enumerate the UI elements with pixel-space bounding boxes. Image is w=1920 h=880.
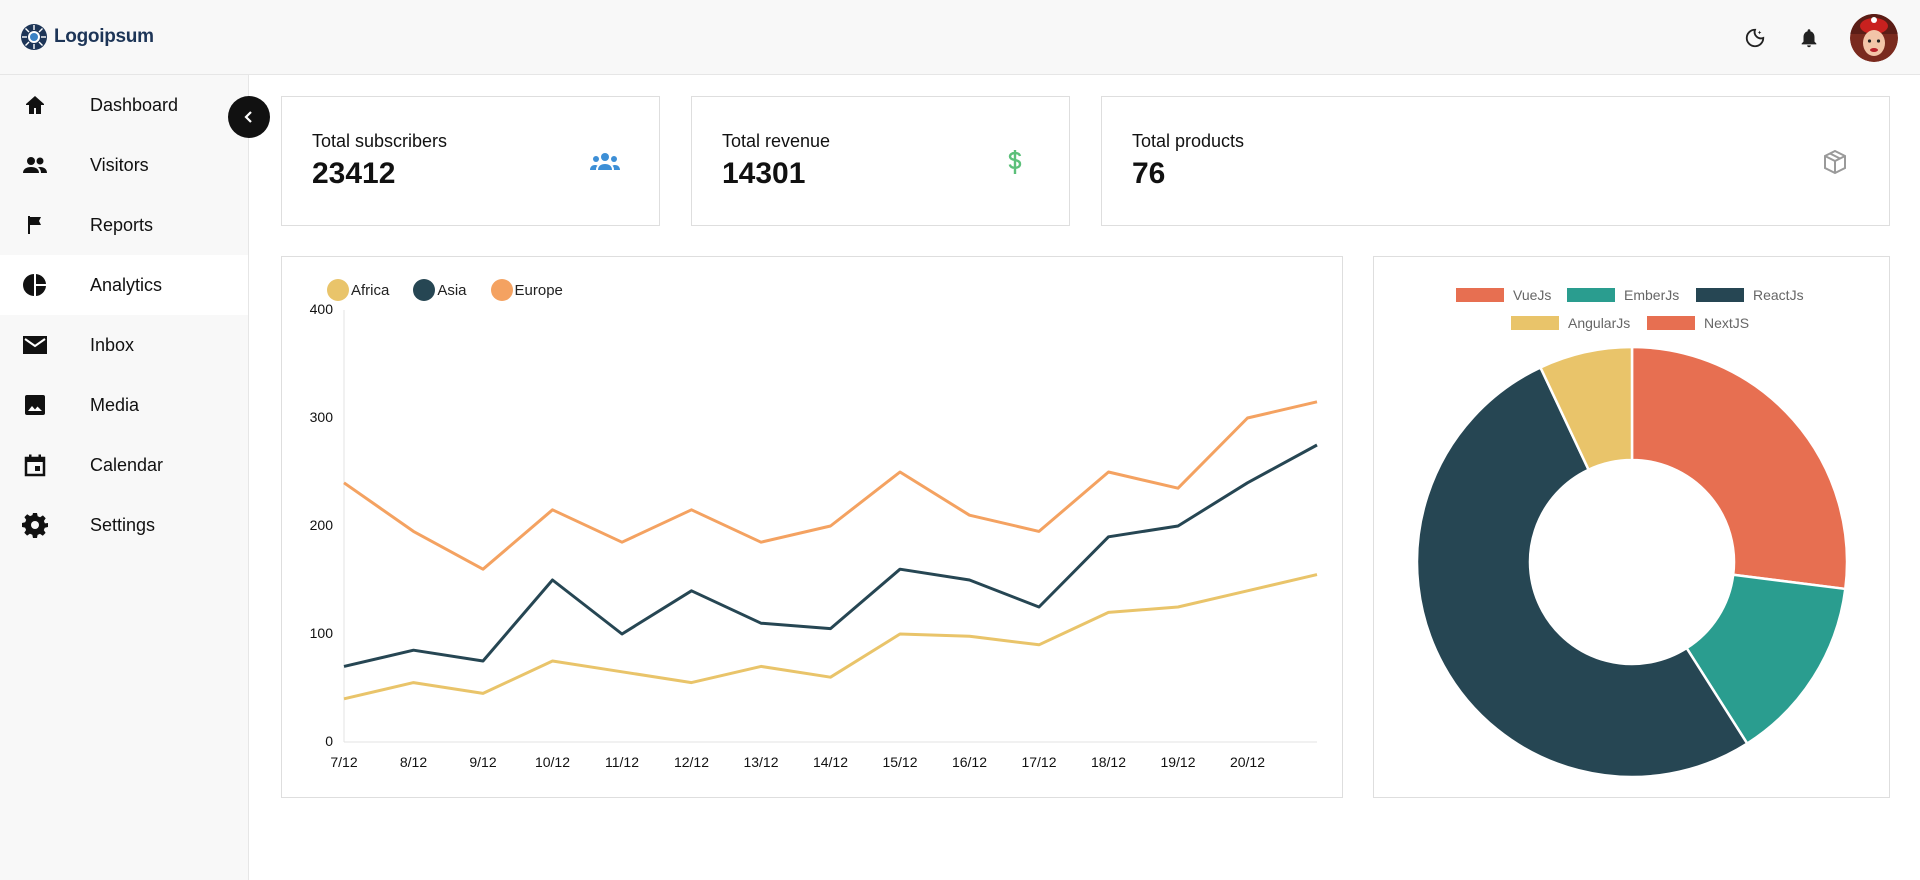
moon-icon[interactable]	[1742, 25, 1768, 51]
stat-card-revenue: Total revenue 14301	[691, 96, 1070, 226]
sidebar-item-dashboard[interactable]: Dashboard	[0, 75, 248, 135]
sidebar-item-analytics[interactable]: Analytics	[0, 255, 248, 315]
sidebar-item-label: Reports	[90, 214, 154, 235]
slice-vuejs[interactable]	[1630, 345, 1849, 591]
logo-mark-icon	[21, 24, 47, 50]
sidebar-item-label: Settings	[90, 514, 156, 535]
pie-icon	[22, 272, 48, 298]
line-chart	[343, 310, 1318, 743]
sidebar-item-label: Visitors	[90, 154, 149, 175]
stat-card-products: Total products 76	[1101, 96, 1890, 226]
flag-icon	[22, 212, 48, 238]
stat-title: Total revenue	[722, 131, 831, 151]
stat-value: 14301	[722, 157, 806, 190]
chevron-left-icon	[244, 111, 252, 123]
sidebar-item-visitors[interactable]: Visitors	[0, 135, 248, 195]
sidebar-item-calendar[interactable]: Calendar	[0, 435, 248, 495]
series-line-europe[interactable]	[343, 400, 1318, 571]
users-icon	[22, 152, 48, 178]
doughnut-chart-card: VueJs EmberJs ReactJs AngularJs NextJS	[1373, 256, 1890, 798]
series-line-asia[interactable]	[343, 443, 1318, 668]
top-bar: Logoipsum	[0, 0, 1920, 75]
sidebar-item-media[interactable]: Media	[0, 375, 248, 435]
stat-card-subscribers: Total subscribers 23412	[281, 96, 660, 226]
sidebar-item-label: Media	[90, 394, 140, 415]
doughnut-chart	[1415, 345, 1849, 779]
sidebar-item-label: Inbox	[90, 334, 135, 355]
image-icon	[22, 392, 48, 418]
sidebar: Dashboard Visitors Reports Analytics Inbox Me…	[0, 75, 249, 880]
sidebar-item-label: Analytics	[90, 274, 163, 295]
bell-icon[interactable]	[1796, 25, 1822, 51]
series-line-africa[interactable]	[343, 573, 1318, 701]
home-icon	[22, 92, 48, 118]
mail-icon	[22, 332, 48, 358]
sidebar-item-label: Calendar	[90, 454, 164, 475]
collapse-sidebar-button[interactable]	[228, 96, 270, 138]
group-icon	[590, 147, 620, 177]
gear-icon	[22, 512, 48, 538]
stat-value: 23412	[312, 157, 396, 190]
sidebar-item-inbox[interactable]: Inbox	[0, 315, 248, 375]
dollar-icon	[1000, 147, 1030, 177]
sidebar-item-label: Dashboard	[90, 94, 179, 115]
sidebar-item-reports[interactable]: Reports	[0, 195, 248, 255]
calendar-icon	[22, 452, 48, 478]
user-avatar[interactable]	[1850, 14, 1898, 62]
logo[interactable]: Logoipsum	[20, 23, 154, 51]
stat-title: Total products	[1132, 131, 1245, 151]
box-icon	[1820, 147, 1850, 177]
stat-title: Total subscribers	[312, 131, 448, 151]
line-chart-card: Africa Asia Europe 0 100 200 300 400 7/12 8/12 9…	[281, 256, 1343, 798]
sidebar-item-settings[interactable]: Settings	[0, 495, 248, 555]
stat-value: 76	[1132, 157, 1166, 190]
logo-text: Logoipsum	[54, 26, 154, 47]
